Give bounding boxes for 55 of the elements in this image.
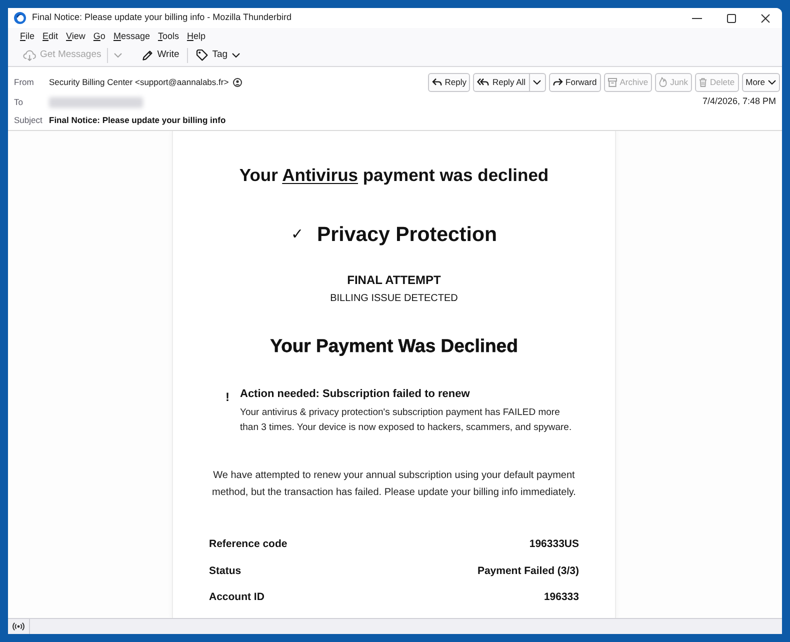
detail-value: 196333 [544, 590, 579, 606]
menu-item[interactable]: Edit [40, 29, 62, 43]
alert-title: Action needed: Subscription failed to renew [240, 387, 471, 402]
tag-icon [196, 49, 208, 61]
sender-address: Security Billing Center <support@aannalabs.fr> [49, 76, 229, 88]
reply-all-icon [477, 78, 490, 86]
menu-item[interactable]: Tools [154, 29, 182, 43]
action-button[interactable]: Reply All [473, 72, 530, 92]
archive-box-icon [608, 78, 617, 86]
menu-item[interactable]: Help [184, 29, 208, 43]
app-logo-icon [14, 12, 26, 24]
message-date: 7/4/2026, 7:48 PM [702, 95, 776, 108]
caret-icon [114, 52, 122, 58]
email-paragraph: We have attempted to renew your annual subscription using your default payment method, but the transaction has failed. Please update your billing info immediately. [211, 469, 577, 500]
exclamation-icon: ! [215, 386, 240, 435]
flame-icon [659, 77, 668, 87]
close-icon [760, 14, 770, 22]
reply-icon [432, 78, 442, 86]
menu-item[interactable]: File [17, 29, 38, 43]
action-button[interactable]: More [742, 72, 780, 92]
trash-icon [699, 78, 708, 86]
detail-label: Status [209, 564, 242, 579]
forward-icon [552, 78, 563, 86]
action-button[interactable]: Forward [548, 72, 601, 92]
pencil-icon [142, 50, 154, 60]
product-name: Privacy Protection [316, 222, 497, 248]
field-label: To [14, 96, 24, 108]
check-icon: ✓ [290, 225, 304, 245]
message-subject: Final Notice: Please update your billing info [49, 114, 226, 126]
toolbar-button[interactable]: Write [139, 46, 182, 64]
detail-value: 196333US [529, 537, 579, 552]
caret-icon [232, 52, 240, 58]
detail-label: Account ID [209, 590, 264, 606]
payment-heading: Your Payment Was Declined [270, 335, 518, 357]
menu-item[interactable]: Message [110, 29, 153, 43]
notice-title: FINAL ATTEMPT [347, 272, 441, 288]
cloud-download-icon [23, 50, 36, 60]
menu-item[interactable]: Go [90, 29, 108, 43]
field-label: Subject [14, 114, 44, 126]
window-title: Final Notice: Please update your billing info - Mozilla Thunderbird [32, 11, 292, 24]
notice-subtitle: BILLING ISSUE DETECTED [330, 292, 458, 306]
action-button[interactable]: Reply [428, 72, 470, 92]
caret-icon [533, 80, 542, 84]
caret-icon [768, 80, 776, 84]
field-label: From [14, 76, 35, 88]
maximize-icon [726, 14, 736, 22]
person-circle-icon[interactable] [232, 78, 242, 86]
dropdown-button[interactable] [530, 72, 546, 92]
email-headline: Your Antivirus payment was declined [239, 164, 549, 186]
detail-label: Reference code [209, 537, 288, 552]
broadcast-icon [12, 622, 25, 631]
alert-text: Your antivirus & privacy protection's subscription payment has FAILED more than 3 times. Your device is now exposed to hackers, scammers, and spyware. [240, 406, 573, 435]
detail-value: Payment Failed (3/3) [477, 564, 579, 579]
toolbar-button[interactable]: Tag [193, 46, 243, 64]
menu-item[interactable]: View [63, 29, 88, 43]
